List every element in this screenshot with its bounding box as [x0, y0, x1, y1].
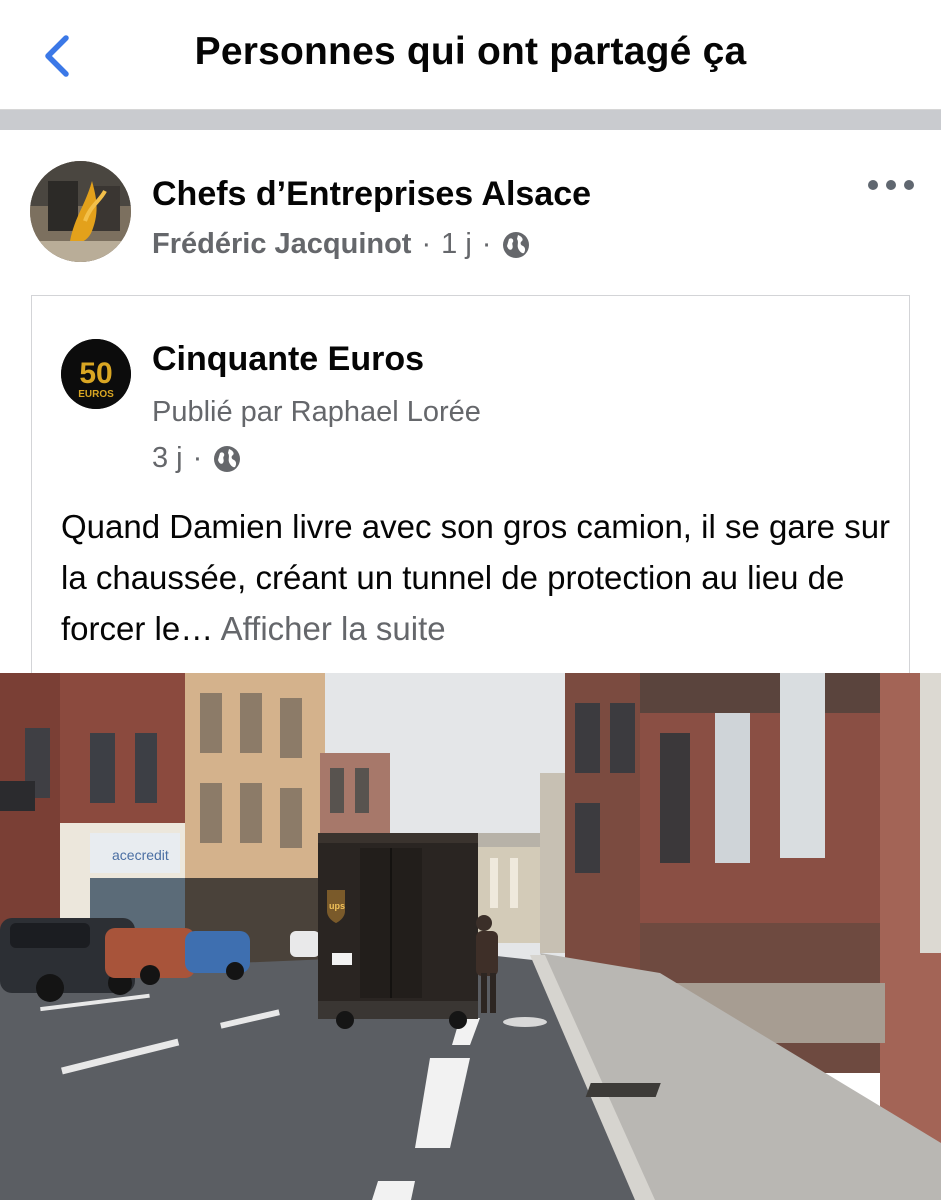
dot	[886, 180, 896, 190]
page-avatar[interactable]: 50 EUROS	[61, 339, 131, 409]
shared-time[interactable]: 3 j	[152, 442, 183, 475]
shared-page-name[interactable]: Cinquante Euros	[152, 340, 424, 379]
shared-meta: 3 j ·	[152, 442, 242, 475]
see-more-link[interactable]: Afficher la suite	[221, 610, 446, 647]
post-group-name[interactable]: Chefs d’Entreprises Alsace	[152, 175, 591, 214]
globe-icon	[503, 231, 530, 258]
section-divider	[0, 110, 941, 130]
meta-separator: ·	[421, 228, 432, 260]
post-photo[interactable]: acecredit ups	[0, 673, 941, 1200]
group-avatar[interactable]	[30, 161, 131, 262]
meta-separator: ·	[481, 228, 492, 260]
truck-logo: ups	[329, 901, 345, 911]
post-text: Quand Damien livre avec son gros camion,…	[61, 508, 891, 647]
post-card: Chefs d’Entreprises Alsace Frédéric Jacq…	[0, 130, 941, 1200]
globe-icon	[214, 445, 241, 472]
page-title: Personnes qui ont partagé ça	[194, 30, 747, 73]
storefront-sign: acecredit	[112, 847, 169, 863]
shared-post[interactable]: 50 EUROS Cinquante Euros Publié par Raph…	[31, 295, 910, 673]
avatar-subtext: EUROS	[78, 389, 114, 400]
dot	[868, 180, 878, 190]
post-meta: Frédéric Jacquinot · 1 j ·	[152, 228, 531, 261]
meta-separator: ·	[192, 442, 203, 474]
post-author[interactable]: Frédéric Jacquinot	[152, 228, 411, 261]
shared-post-text: Quand Damien livre avec son gros camion,…	[61, 501, 891, 654]
street-photo: acecredit ups	[0, 673, 941, 1200]
top-bar: Personnes qui ont partagé ça	[0, 0, 941, 110]
avatar-number: 50	[79, 357, 112, 390]
post-time[interactable]: 1 j	[441, 228, 472, 261]
shared-byline: Publié par Raphael Lorée	[152, 396, 481, 428]
more-options-button[interactable]	[868, 172, 914, 198]
dot	[904, 180, 914, 190]
